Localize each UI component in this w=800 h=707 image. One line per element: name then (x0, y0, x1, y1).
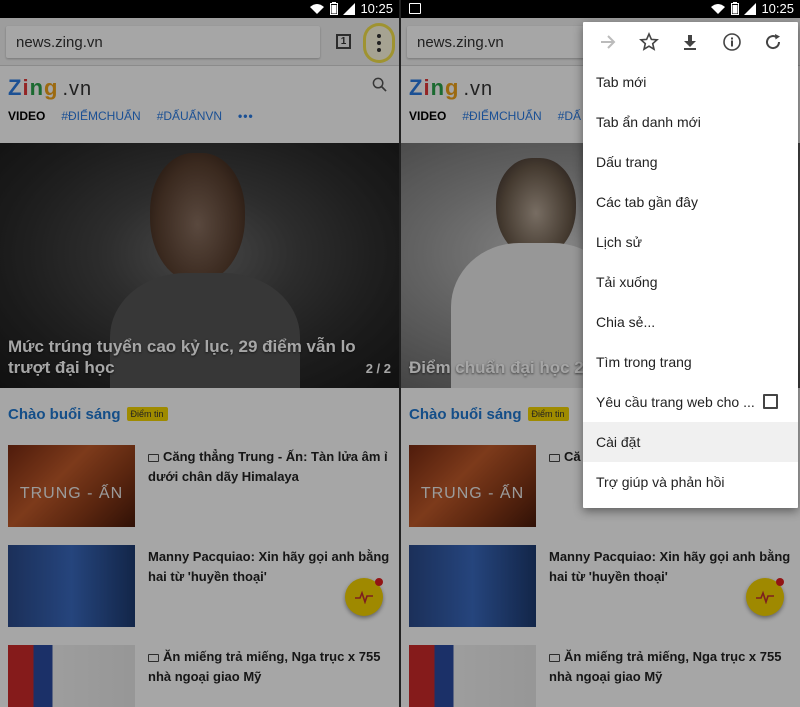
greeting-title: Chào buổi sáng (8, 405, 121, 423)
article-title[interactable]: Ăn miếng trả miếng, Nga trục x 755 nhà n… (549, 647, 792, 687)
article-thumbnail (409, 645, 536, 707)
menu-item-label: Yêu cầu trang web cho ... (596, 394, 755, 410)
overflow-menu: Tab mới Tab ẩn danh mới Dấu trang Các ta… (583, 22, 798, 508)
browser-toolbar: news.zing.vn 1 (0, 18, 399, 66)
notification-dot (776, 578, 784, 586)
menu-item-recent-tabs[interactable]: Các tab gần đây (583, 182, 798, 222)
live-feed-button[interactable] (746, 578, 784, 616)
menu-item-bookmarks[interactable]: Dấu trang (583, 142, 798, 182)
menu-item-find-in-page[interactable]: Tìm trong trang (583, 342, 798, 382)
nav-tag-dauanvn[interactable]: #DẤUẤNVN (157, 109, 222, 131)
news-brief-badge[interactable]: Điểm tin (527, 407, 569, 421)
video-icon (549, 654, 560, 662)
section-nav: VIDEO #ĐIỂMCHUẨN #DẤUẤNVN ••• (0, 109, 399, 131)
nav-tag-diemchuan[interactable]: #ĐIỂMCHUẨN (61, 109, 140, 131)
menu-item-help-feedback[interactable]: Trợ giúp và phản hồi (583, 462, 798, 502)
menu-item-downloads[interactable]: Tải xuống (583, 262, 798, 302)
nav-video[interactable]: VIDEO (409, 109, 446, 131)
hero-pager: 2 / 2 (365, 361, 391, 376)
image-notification-icon (409, 3, 421, 14)
menu-item-request-desktop-site[interactable]: Yêu cầu trang web cho ... (583, 382, 798, 422)
news-brief-badge[interactable]: Điểm tin (126, 407, 168, 421)
greeting-title: Chào buổi sáng (409, 405, 522, 423)
notification-dot (375, 578, 383, 586)
nav-more-button[interactable]: ••• (238, 109, 254, 131)
desktop-site-checkbox[interactable] (763, 394, 778, 409)
article-item[interactable]: Ăn miếng trả miếng, Nga trục x 755 nhà n… (409, 645, 792, 707)
video-icon (549, 454, 560, 462)
article-item[interactable]: Manny Pacquiao: Xin hãy gọi anh bằng hai… (8, 545, 391, 627)
reload-icon[interactable] (761, 30, 785, 54)
hero-caption: Mức trúng tuyển cao kỷ lục, 29 điểm vẫn … (8, 337, 356, 377)
battery-icon (330, 2, 339, 15)
article-thumbnail: TRUNG - ẤN (409, 445, 536, 527)
article-item[interactable]: Manny Pacquiao: Xin hãy gọi anh bằng hai… (409, 545, 792, 627)
battery-icon (731, 2, 740, 15)
article-thumbnail (409, 545, 536, 627)
overflow-menu-button[interactable] (366, 26, 392, 60)
nav-tag-dauanvn[interactable]: #DẤ (558, 109, 581, 131)
signal-icon (343, 2, 356, 15)
download-icon[interactable] (678, 30, 702, 54)
menu-item-share[interactable]: Chia sẻ... (583, 302, 798, 342)
hero-photo (150, 153, 245, 283)
zing-logo[interactable]: Zing .vn (409, 75, 493, 101)
menu-item-history[interactable]: Lịch sử (583, 222, 798, 262)
browser-screen-right: 10:25 news.zing.vn Zing .vn VIDEO #ĐIỂMCH… (401, 0, 800, 707)
address-bar[interactable]: news.zing.vn (6, 26, 320, 58)
clock: 10:25 (761, 1, 794, 16)
menu-dot (377, 48, 381, 52)
article-thumbnail: TRUNG - ẤN (8, 445, 135, 527)
status-bar: 10:25 (0, 0, 399, 18)
menu-item-settings[interactable]: Cài đặt (583, 422, 798, 462)
info-icon[interactable] (720, 30, 744, 54)
article-title[interactable]: Căng thẳng Trung - Ấn: Tàn lửa âm ỉ dưới… (148, 447, 391, 487)
menu-item-new-tab[interactable]: Tab mới (583, 62, 798, 102)
article-item[interactable]: TRUNG - ẤN Căng thẳng Trung - Ấn: Tàn lử… (8, 445, 391, 527)
web-page: Zing .vn VIDEO #ĐIỂMCHUẨN #DẤUẤNVN ••• Mứ… (0, 67, 399, 707)
video-icon (148, 454, 159, 462)
forward-icon[interactable] (596, 30, 620, 54)
pulse-icon (355, 590, 373, 604)
live-feed-button[interactable] (345, 578, 383, 616)
site-header: Zing .vn (0, 67, 399, 105)
article-thumbnail (8, 645, 135, 707)
menu-icon-row (583, 22, 798, 62)
clock: 10:25 (360, 1, 393, 16)
search-icon[interactable] (372, 77, 387, 92)
article-item[interactable]: Ăn miếng trả miếng, Nga trục x 755 nhà n… (8, 645, 391, 707)
pulse-icon (756, 590, 774, 604)
menu-dot (377, 41, 381, 45)
greeting-row: Chào buổi sáng Điểm tin (8, 403, 399, 425)
tab-switcher-button[interactable]: 1 (336, 34, 351, 49)
zing-logo[interactable]: Zing .vn (8, 75, 92, 101)
hero-slide[interactable]: Mức trúng tuyển cao kỷ lục, 29 điểm vẫn … (0, 143, 399, 388)
star-icon[interactable] (637, 30, 661, 54)
browser-screen-left: 10:25 news.zing.vn 1 Zing .vn VIDEO #ĐIỂM… (0, 0, 399, 707)
wifi-icon (711, 3, 726, 14)
wifi-icon (310, 3, 325, 14)
status-bar: 10:25 (401, 0, 800, 18)
menu-item-new-incognito-tab[interactable]: Tab ẩn danh mới (583, 102, 798, 142)
video-icon (148, 654, 159, 662)
signal-icon (744, 2, 757, 15)
nav-tag-diemchuan[interactable]: #ĐIỂMCHUẨN (462, 109, 541, 131)
menu-dot (377, 34, 381, 38)
nav-video[interactable]: VIDEO (8, 109, 45, 131)
article-title[interactable]: Ăn miếng trả miếng, Nga trục x 755 nhà n… (148, 647, 391, 687)
article-thumbnail (8, 545, 135, 627)
